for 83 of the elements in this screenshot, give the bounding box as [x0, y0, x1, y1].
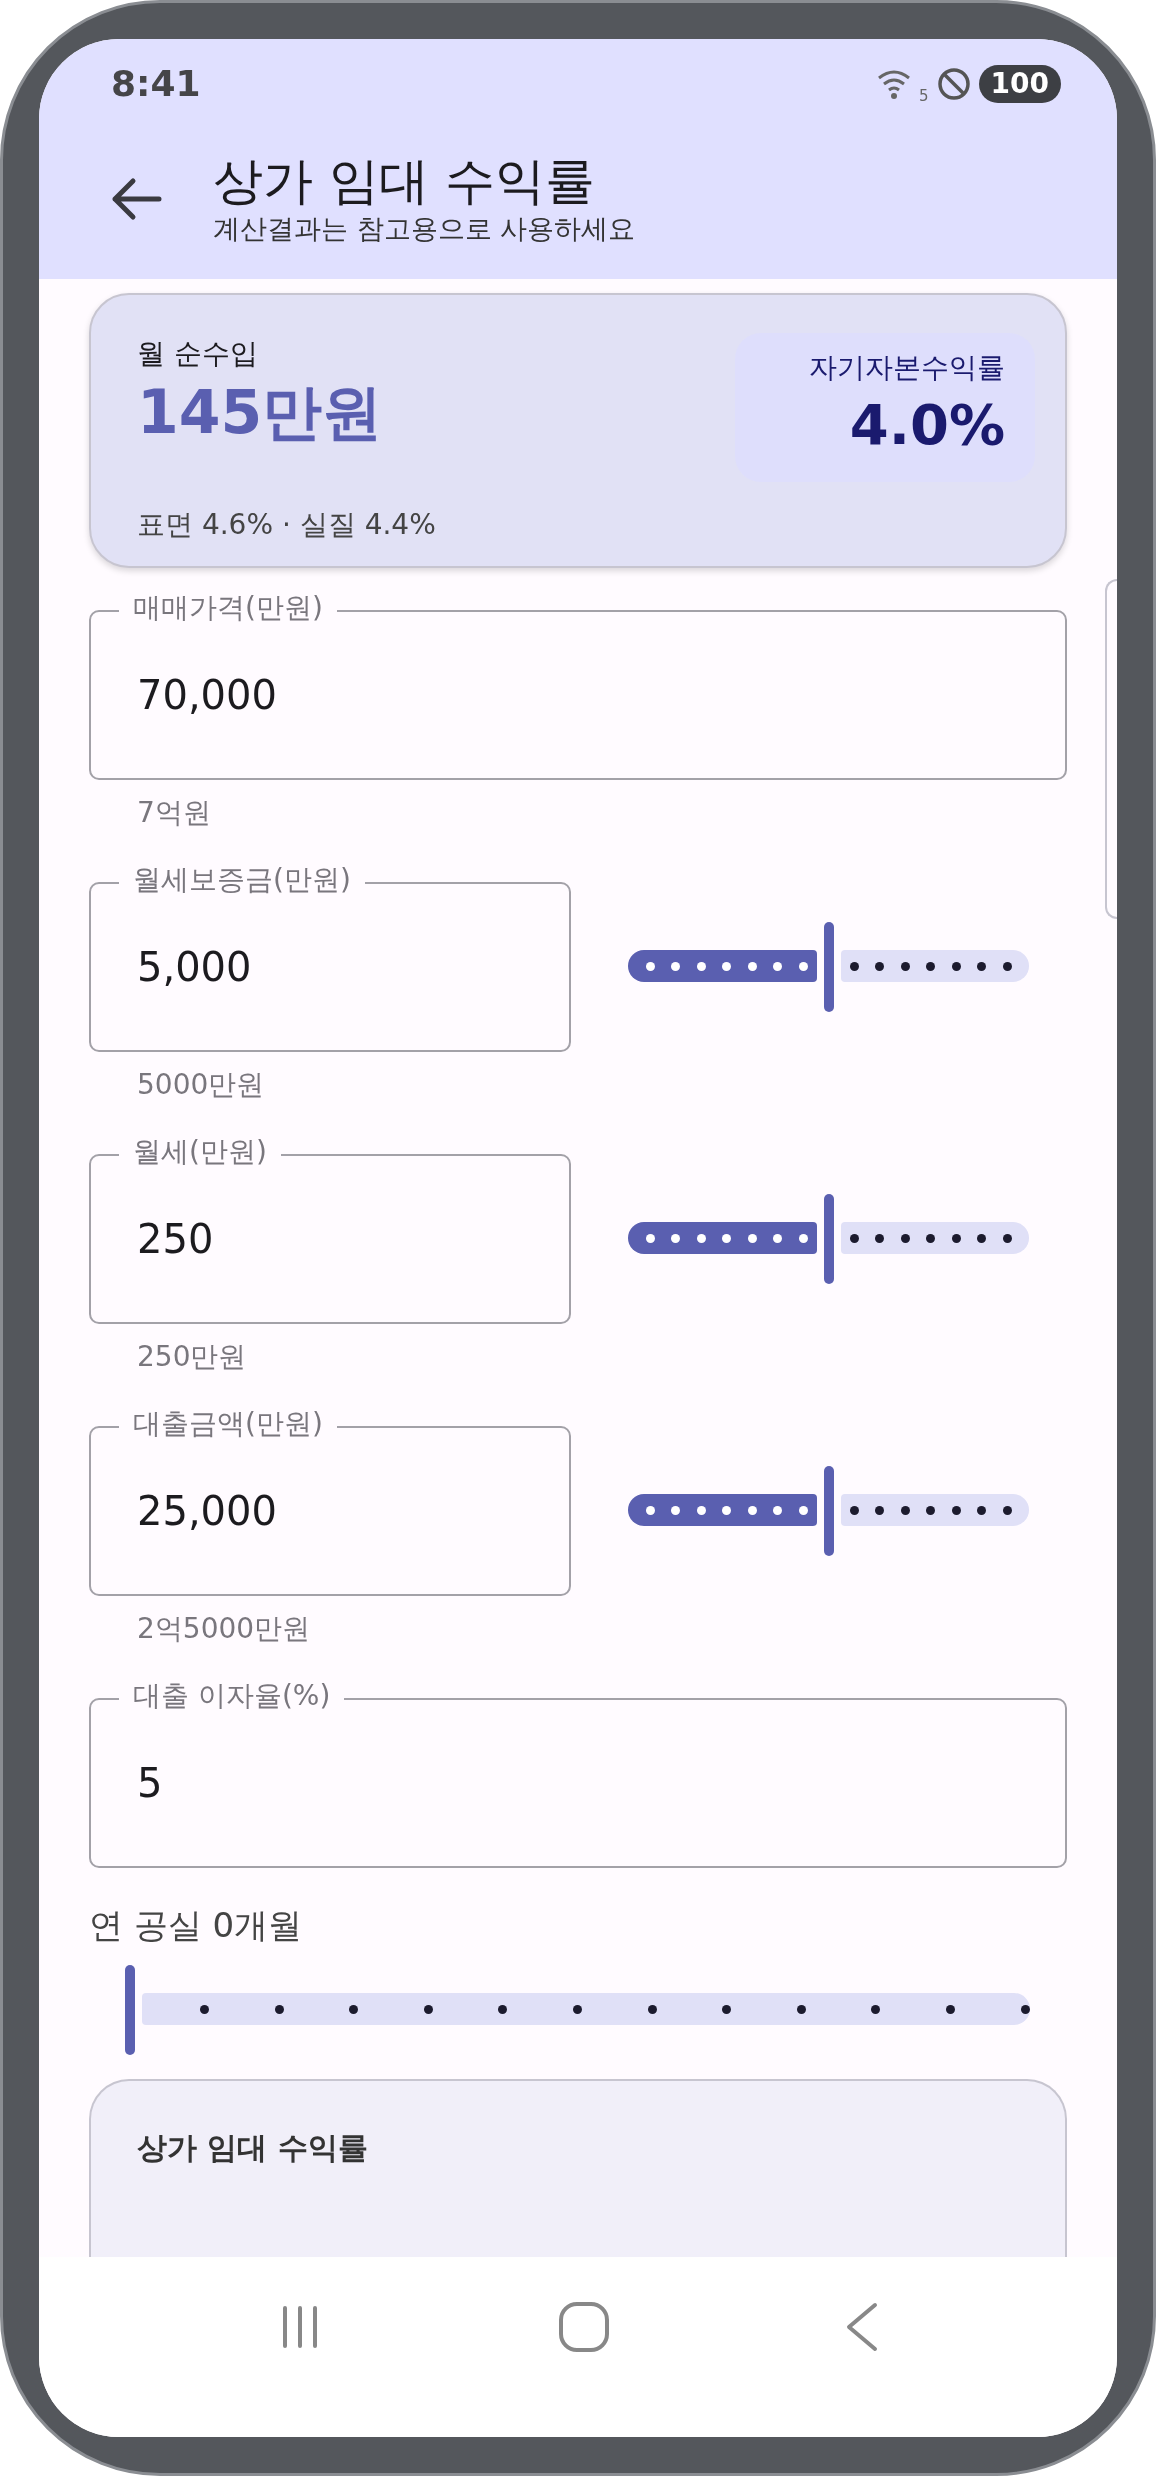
slider[interactable]: [628, 1465, 1029, 1556]
slider-thumb[interactable]: [823, 1193, 834, 1284]
summary-detail: 표면 4.6% · 실질 4.4%: [137, 506, 437, 543]
tick-dot: [1002, 1505, 1012, 1515]
summary-value: 145만원: [137, 376, 383, 449]
tick-dot: [871, 2004, 881, 2014]
page-subtitle: 계산결과는 참고용으로 사용하세요: [213, 212, 636, 247]
slider[interactable]: [628, 1193, 1029, 1284]
tick-dot: [498, 2004, 508, 2014]
tick-dot: [798, 961, 808, 971]
helper-text: 5000만원: [136, 1066, 266, 1103]
slider[interactable]: [628, 921, 1029, 1012]
tick-dot: [798, 1505, 808, 1515]
helper-text: 7억원: [136, 794, 212, 831]
tick-dot: [645, 961, 655, 971]
tick-dot: [773, 961, 782, 971]
tick-dot: [747, 961, 757, 971]
back-arrow-icon: [111, 177, 163, 221]
tick-dot: [875, 1233, 884, 1243]
tick-dot: [573, 2004, 582, 2014]
tick-dot: [747, 1233, 757, 1243]
wifi-icon: [877, 68, 911, 100]
tick-dot: [773, 1233, 782, 1243]
back-chevron-icon: [845, 2301, 880, 2353]
tick-dot: [645, 1505, 655, 1515]
tick-dot: [926, 961, 935, 971]
tick-dot: [647, 2004, 657, 2014]
tick-dot: [900, 961, 910, 971]
tick-dot: [951, 1505, 961, 1515]
home-icon: [558, 2301, 610, 2353]
tick-dot: [926, 1233, 935, 1243]
tick-dot: [875, 961, 884, 971]
slider-thumb[interactable]: [823, 921, 834, 1012]
tick-dot: [696, 961, 706, 971]
tick-dot: [747, 1505, 757, 1515]
tick-dot: [926, 1505, 935, 1515]
tick-dot: [722, 961, 731, 971]
roe-value: 4.0%: [848, 391, 1005, 459]
slider-thumb[interactable]: [125, 1964, 135, 2055]
tick-dot: [696, 1233, 706, 1243]
page-title: 상가 임대 수익률: [213, 151, 596, 212]
summary-label: 월 순수입: [137, 336, 259, 372]
tick-dot: [900, 1505, 910, 1515]
tick-dot: [671, 1233, 680, 1243]
slider[interactable]: [125, 1964, 1030, 2055]
tick-dot: [849, 1505, 859, 1515]
tick-dot: [773, 1505, 782, 1515]
tick-dot: [1002, 961, 1012, 971]
tick-dot: [423, 2004, 433, 2014]
helper-text: 2억5000만원: [136, 1610, 312, 1647]
tick-dot: [645, 1233, 655, 1243]
tick-dot: [722, 1505, 731, 1515]
tick-dot: [875, 1505, 884, 1515]
tick-dot: [274, 2004, 284, 2014]
card-title: 상가 임대 수익률: [137, 2128, 369, 2167]
do-not-disturb-icon: [936, 67, 971, 101]
tick-dot: [798, 1233, 808, 1243]
tick-dot: [722, 2004, 732, 2014]
tick-dot: [722, 1233, 731, 1243]
tick-dot: [1002, 1233, 1012, 1243]
tick-dot: [945, 2004, 955, 2014]
roe-label: 자기자본수익률: [808, 350, 1005, 386]
tick-dot: [951, 961, 961, 971]
tick-dot: [349, 2004, 359, 2014]
wifi-label: 5: [919, 88, 929, 104]
tick-dot: [900, 1233, 910, 1243]
tick-dot: [671, 1505, 680, 1515]
tick-dot: [671, 961, 680, 971]
tick-dot: [977, 1505, 986, 1515]
battery-level: 100: [978, 65, 1061, 103]
tick-dot: [977, 1233, 986, 1243]
tick-dot: [849, 1233, 859, 1243]
tick-dot: [1020, 2004, 1030, 2014]
tick-dot: [200, 2004, 210, 2014]
status-time: 8:41: [111, 62, 201, 106]
helper-text: 250만원: [136, 1338, 248, 1375]
tick-dot: [696, 1505, 706, 1515]
slider-thumb[interactable]: [823, 1465, 834, 1556]
tick-dot: [977, 961, 986, 971]
tick-dot: [796, 2004, 806, 2014]
tick-dot: [849, 961, 859, 971]
vacancy-label: 연 공실 0개월: [89, 1903, 304, 1947]
tick-dot: [951, 1233, 961, 1243]
